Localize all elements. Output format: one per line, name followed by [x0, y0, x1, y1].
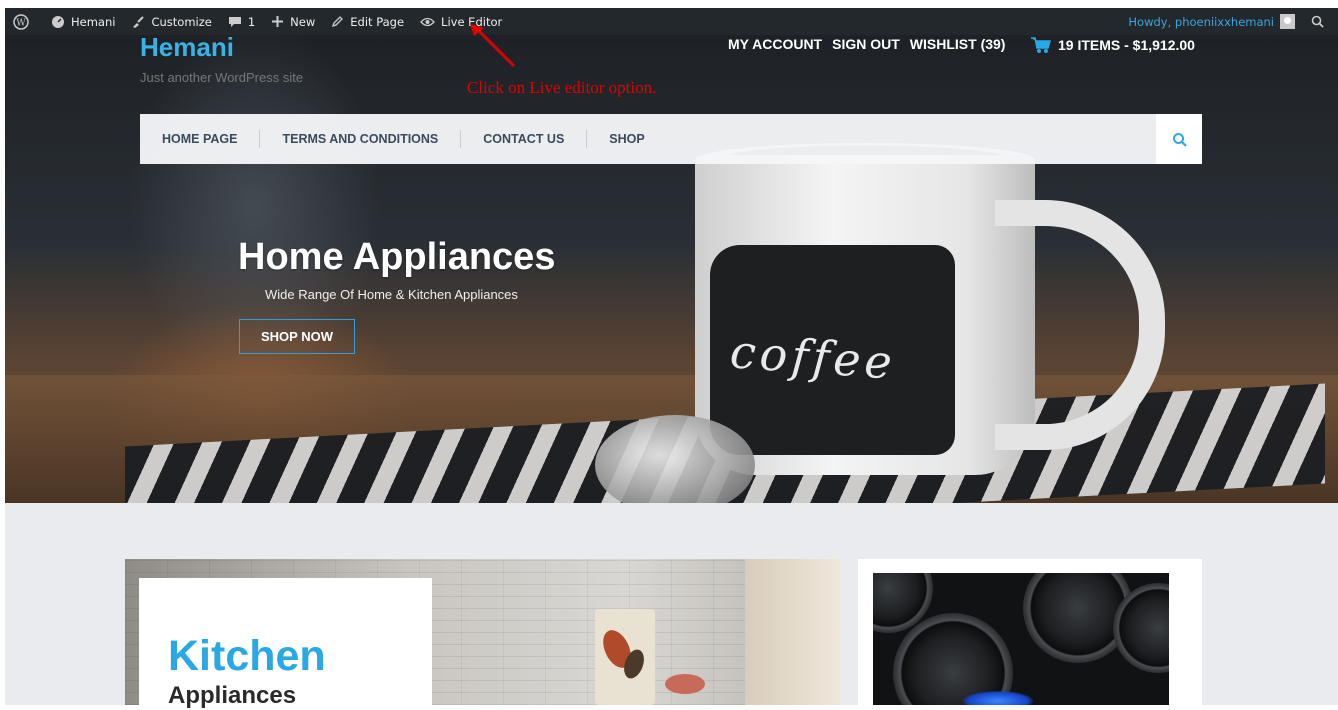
search-icon — [1172, 132, 1187, 147]
search-icon — [1311, 15, 1324, 28]
admin-site-link[interactable]: Hemani — [43, 8, 123, 35]
avatar — [1280, 14, 1295, 29]
svg-text:W: W — [16, 18, 26, 28]
nav-terms-and-conditions[interactable]: TERMS AND CONDITIONS — [260, 130, 462, 148]
annotation-text: Click on Live editor option. — [467, 78, 657, 97]
admin-new-link[interactable]: New — [263, 8, 323, 35]
admin-edit-page-label: Edit Page — [350, 14, 405, 29]
hero-mug-text: coffee — [728, 324, 898, 390]
nav-search-button[interactable] — [1156, 114, 1202, 164]
hero-subtitle: Wide Range Of Home & Kitchen Appliances — [265, 287, 518, 302]
nav-home-page[interactable]: HOME PAGE — [140, 130, 261, 148]
main-nav: HOME PAGE TERMS AND CONDITIONS CONTACT U… — [140, 114, 1202, 164]
brush-icon — [133, 15, 145, 28]
howdy-label: Howdy, phoeniixxhemani — [1128, 14, 1274, 29]
nav-shop[interactable]: SHOP — [587, 130, 666, 148]
admin-new-label: New — [290, 14, 316, 29]
admin-customize-link[interactable]: Customize — [123, 8, 219, 35]
kitchen-promo-subtitle: Appliances — [168, 682, 297, 709]
admin-comments-link[interactable]: 1 — [220, 8, 263, 35]
stove-promo-image[interactable] — [873, 573, 1169, 705]
stove-flame — [963, 691, 1033, 705]
kitchen-promo-title: Kitchen — [168, 632, 326, 680]
plus-icon — [272, 16, 284, 27]
admin-site-label: Hemani — [71, 14, 116, 29]
sign-out-link[interactable]: SIGN OUT — [832, 36, 900, 52]
admin-search-button[interactable] — [1303, 8, 1338, 35]
promo-leaf — [665, 674, 705, 694]
hero-banner: coffee — [5, 35, 1338, 503]
site-title[interactable]: Hemani — [140, 32, 234, 63]
account-links: MY ACCOUNT SIGN OUT WISHLIST (39) — [728, 36, 1015, 52]
my-account-link[interactable]: MY ACCOUNT — [728, 36, 822, 52]
site-tagline: Just another WordPress site — [140, 70, 304, 85]
admin-account-menu[interactable]: Howdy, phoeniixxhemani — [1120, 8, 1303, 35]
annotation-arrow-icon — [470, 24, 516, 68]
wishlist-link[interactable]: WISHLIST (39) — [910, 36, 1006, 52]
admin-customize-label: Customize — [151, 14, 212, 29]
hero-title: Home Appliances — [238, 236, 556, 278]
admin-bar: W Hemani Customize 1 New Edit Page Live … — [5, 8, 1338, 35]
eye-icon — [420, 17, 435, 26]
cart-summary: 19 ITEMS - $1,912.00 — [1058, 37, 1195, 53]
promo-shelf — [745, 559, 840, 705]
cart-link[interactable]: 19 ITEMS - $1,912.00 — [1030, 36, 1195, 54]
comment-icon — [228, 16, 241, 27]
admin-edit-page-link[interactable]: Edit Page — [323, 8, 412, 35]
admin-comments-count: 1 — [247, 14, 256, 29]
shop-now-button[interactable]: SHOP NOW — [239, 319, 355, 354]
nav-contact-us[interactable]: CONTACT US — [461, 130, 588, 148]
wordpress-logo-icon[interactable]: W — [5, 8, 43, 35]
pencil-icon — [332, 16, 344, 28]
dashboard-icon — [52, 15, 64, 28]
cart-icon — [1031, 37, 1051, 53]
